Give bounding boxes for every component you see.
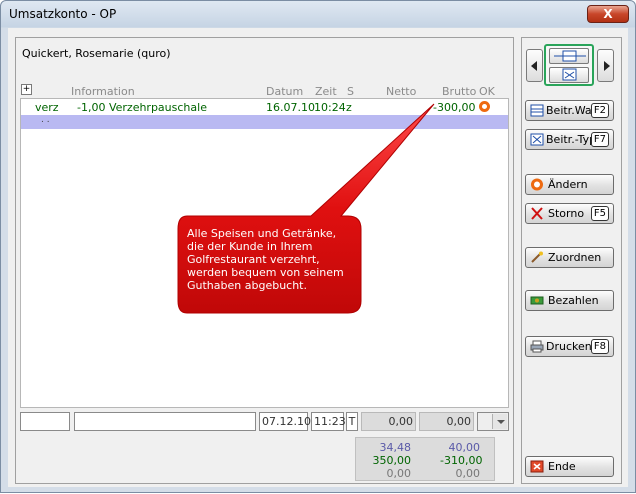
row-marker: . . (41, 115, 50, 125)
selected-row[interactable]: . . (21, 115, 508, 129)
chevron-right-icon (604, 61, 610, 71)
tooltip-callout: Alle Speisen und Getränke, die der Kunde… (187, 227, 344, 292)
totals-box: 34,48 350,00 0,00 40,00 -310,00 0,00 (355, 437, 495, 481)
total-left-3: 0,00 (386, 467, 412, 480)
entry-field-information[interactable] (74, 412, 256, 431)
chevron-left-icon (531, 61, 537, 71)
total-left-2: 350,00 (372, 454, 412, 467)
column-header-ok[interactable]: OK (479, 85, 495, 98)
beitr-wahl-button[interactable]: Beitr.Wahl F2 (525, 100, 614, 121)
window: Umsatzkonto - OP X Quickert, Rosemarie (… (0, 0, 636, 493)
storno-shortcut: F5 (590, 206, 609, 221)
record-navigator (526, 44, 615, 86)
ende-label: Ende (548, 460, 576, 473)
total-right-2: -310,00 (440, 454, 483, 467)
navigator-top-button[interactable] (549, 48, 589, 64)
storno-button[interactable]: Storno F5 (525, 203, 614, 224)
grid-icon (554, 50, 586, 62)
ring-icon (531, 178, 543, 191)
entry-date-field[interactable]: 07.12.10 (259, 412, 311, 431)
drucken-button[interactable]: Drucken F8 (525, 336, 614, 357)
column-header-netto[interactable]: Netto (386, 85, 416, 98)
row-datum: 16.07.10 (266, 101, 315, 114)
column-header-datum[interactable]: Datum (266, 85, 303, 98)
table-row[interactable]: verz -1,00 Verzehrpauschale 16.07.10 10:… (21, 99, 508, 115)
entry-netto-field: 0,00 (361, 412, 416, 431)
column-header-s[interactable]: S (347, 85, 354, 98)
money-icon (530, 296, 544, 305)
drucken-label: Drucken (546, 340, 592, 353)
row-brutto: -300,00 (433, 101, 476, 114)
bezahlen-button[interactable]: Bezahlen (525, 290, 614, 311)
x-icon (531, 207, 543, 220)
expand-all-button[interactable]: + (21, 84, 32, 95)
window-title: Umsatzkonto - OP (9, 7, 117, 21)
title-bar[interactable]: Umsatzkonto - OP X (1, 1, 635, 28)
entry-field-code[interactable] (20, 412, 70, 431)
total-right-3: 0,00 (455, 467, 481, 480)
chevron-down-icon[interactable] (492, 414, 507, 429)
total-right-1: 40,00 (448, 441, 481, 454)
close-button[interactable]: X (587, 5, 629, 23)
drucken-shortcut: F8 (590, 339, 609, 354)
side-panel: Beitr.Wahl F2 Beitr.-Typ F7 Ändern Storn… (521, 37, 622, 484)
zuordnen-button[interactable]: Zuordnen (525, 247, 614, 268)
storno-label: Storno (548, 207, 585, 220)
entry-time-field[interactable]: 11:23 (311, 412, 346, 431)
entry-flag-field[interactable]: T (346, 412, 358, 431)
total-left-1: 34,48 (379, 441, 412, 454)
entry-select-dropdown[interactable] (477, 412, 509, 431)
ende-button[interactable]: Ende (525, 456, 614, 477)
grid-icon (530, 104, 544, 117)
aendern-label: Ändern (548, 178, 588, 191)
customer-name: Quickert, Rosemarie (quro) (22, 47, 171, 60)
printer-icon (530, 340, 544, 353)
bezahlen-label: Bezahlen (548, 294, 599, 307)
navigator-bottom-button[interactable] (549, 67, 589, 83)
wand-icon (531, 251, 543, 263)
beitr-typ-shortcut: F7 (590, 132, 609, 147)
list-icon (562, 68, 577, 81)
beitr-wahl-shortcut: F2 (590, 103, 609, 118)
row-zeit: 10:24 (314, 101, 346, 114)
entry-brutto-field: 0,00 (419, 412, 474, 431)
exit-icon (530, 460, 544, 473)
row-s: z (346, 101, 352, 114)
ring-icon[interactable] (479, 101, 490, 112)
previous-button[interactable] (526, 49, 543, 82)
beitr-typ-label: Beitr.-Typ (546, 133, 597, 146)
list-icon (530, 133, 544, 146)
navigator-center (544, 44, 594, 86)
beitr-typ-button[interactable]: Beitr.-Typ F7 (525, 129, 614, 150)
next-button[interactable] (597, 49, 614, 82)
zuordnen-label: Zuordnen (548, 251, 602, 264)
column-header-information[interactable]: Information (71, 85, 135, 98)
aendern-button[interactable]: Ändern (525, 174, 614, 195)
row-information: -1,00 Verzehrpauschale (77, 101, 207, 114)
row-type: verz (35, 101, 59, 114)
column-header-zeit[interactable]: Zeit (315, 85, 337, 98)
column-header-brutto[interactable]: Brutto (442, 85, 476, 98)
